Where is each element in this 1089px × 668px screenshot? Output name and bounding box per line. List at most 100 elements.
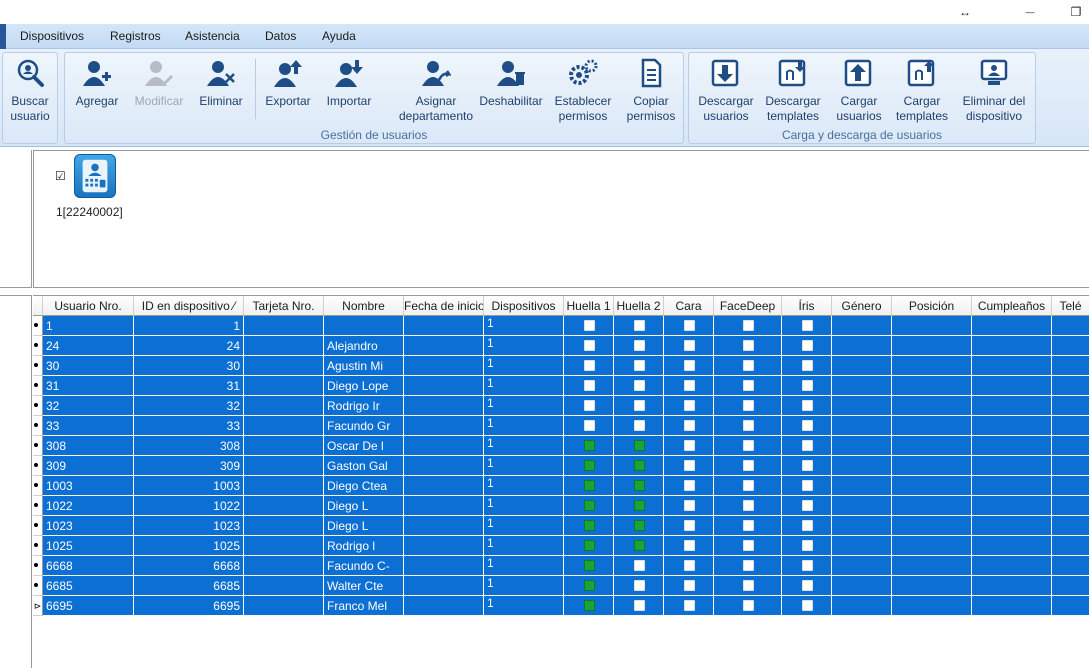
cell-empty[interactable] (832, 596, 892, 616)
cell-devices[interactable]: 1 (484, 416, 564, 436)
cell-name[interactable]: Diego Ctea (324, 476, 404, 496)
column-header[interactable]: Usuario Nro. (43, 296, 134, 316)
cell-check[interactable] (614, 576, 664, 596)
cell-name[interactable]: Facundo Gr (324, 416, 404, 436)
cell-start[interactable] (404, 456, 484, 476)
table-row[interactable]: 1025 1025 Rodrigo l 1 (33, 536, 1089, 556)
cell-user[interactable]: 1025 (43, 536, 134, 556)
cell-name[interactable]: Oscar De l (324, 436, 404, 456)
cell-card[interactable] (244, 336, 324, 356)
cell-empty[interactable] (1052, 436, 1089, 456)
table-row[interactable]: 32 32 Rodrigo Ir 1 (33, 396, 1089, 416)
cell-start[interactable] (404, 576, 484, 596)
cell-check[interactable] (614, 316, 664, 336)
minimize-button[interactable]: — (1020, 2, 1040, 22)
cell-name[interactable]: Gaston Gal (324, 456, 404, 476)
cell-name[interactable] (324, 316, 404, 336)
row-indicator[interactable] (33, 476, 43, 496)
cell-name[interactable]: Diego L (324, 516, 404, 536)
cell-devid[interactable]: 1023 (134, 516, 244, 536)
cell-check[interactable] (664, 556, 714, 576)
cell-check[interactable] (564, 396, 614, 416)
column-header[interactable]: Cumpleaños (972, 296, 1052, 316)
device-tile[interactable] (74, 154, 116, 198)
cell-check[interactable] (714, 516, 782, 536)
cell-devid[interactable]: 1003 (134, 476, 244, 496)
table-row[interactable]: 24 24 Alejandro 1 (33, 336, 1089, 356)
cell-check[interactable] (564, 576, 614, 596)
cell-check[interactable] (564, 456, 614, 476)
row-indicator[interactable] (33, 456, 43, 476)
cell-check[interactable] (614, 336, 664, 356)
cell-check[interactable] (614, 536, 664, 556)
cell-empty[interactable] (832, 416, 892, 436)
cell-empty[interactable] (892, 436, 972, 456)
device-checkbox[interactable]: ☑ (55, 170, 68, 183)
cell-user[interactable]: 308 (43, 436, 134, 456)
cell-check[interactable] (782, 456, 832, 476)
cell-check[interactable] (782, 476, 832, 496)
cell-name[interactable]: Alejandro (324, 336, 404, 356)
cell-devices[interactable]: 1 (484, 476, 564, 496)
row-indicator[interactable]: ⊳ (33, 596, 43, 616)
cell-empty[interactable] (1052, 476, 1089, 496)
cell-check[interactable] (614, 516, 664, 536)
cell-empty[interactable] (832, 456, 892, 476)
cell-empty[interactable] (892, 416, 972, 436)
cell-card[interactable] (244, 316, 324, 336)
cell-start[interactable] (404, 556, 484, 576)
cell-card[interactable] (244, 456, 324, 476)
cell-devices[interactable]: 1 (484, 516, 564, 536)
table-row[interactable]: 33 33 Facundo Gr 1 (33, 416, 1089, 436)
cell-check[interactable] (714, 356, 782, 376)
cell-empty[interactable] (892, 496, 972, 516)
cell-empty[interactable] (892, 556, 972, 576)
cell-check[interactable] (614, 396, 664, 416)
column-header[interactable]: Dispositivos (484, 296, 564, 316)
cell-devid[interactable]: 6685 (134, 576, 244, 596)
cell-check[interactable] (782, 596, 832, 616)
cell-check[interactable] (782, 556, 832, 576)
cell-name[interactable]: Facundo C- (324, 556, 404, 576)
cell-empty[interactable] (832, 516, 892, 536)
cell-card[interactable] (244, 576, 324, 596)
cell-empty[interactable] (972, 576, 1052, 596)
cell-devices[interactable]: 1 (484, 336, 564, 356)
cell-check[interactable] (782, 376, 832, 396)
cell-check[interactable] (714, 496, 782, 516)
cell-check[interactable] (664, 436, 714, 456)
cell-check[interactable] (564, 416, 614, 436)
cell-empty[interactable] (832, 556, 892, 576)
cell-devid[interactable]: 24 (134, 336, 244, 356)
cell-devices[interactable]: 1 (484, 356, 564, 376)
cell-empty[interactable] (1052, 536, 1089, 556)
cell-check[interactable] (782, 496, 832, 516)
row-indicator[interactable] (33, 416, 43, 436)
cell-check[interactable] (782, 316, 832, 336)
cell-check[interactable] (782, 356, 832, 376)
cell-name[interactable]: Agustin Mi (324, 356, 404, 376)
copy-permissions-button[interactable]: Copiar permisos (621, 58, 681, 124)
cell-devices[interactable]: 1 (484, 396, 564, 416)
cell-check[interactable] (782, 516, 832, 536)
cell-user[interactable]: 6668 (43, 556, 134, 576)
cell-check[interactable] (714, 316, 782, 336)
column-header[interactable]: Fecha de inicio (404, 296, 484, 316)
row-indicator[interactable] (33, 576, 43, 596)
cell-start[interactable] (404, 416, 484, 436)
cell-empty[interactable] (972, 336, 1052, 356)
cell-check[interactable] (614, 596, 664, 616)
cell-check[interactable] (564, 316, 614, 336)
cell-check[interactable] (564, 356, 614, 376)
cell-empty[interactable] (832, 476, 892, 496)
cell-empty[interactable] (972, 456, 1052, 476)
cell-check[interactable] (614, 416, 664, 436)
cell-empty[interactable] (832, 356, 892, 376)
cell-check[interactable] (714, 556, 782, 576)
upload-users-button[interactable]: Cargar usuarios (829, 58, 889, 124)
cell-name[interactable]: Rodrigo Ir (324, 396, 404, 416)
cell-devices[interactable]: 1 (484, 536, 564, 556)
cell-empty[interactable] (832, 496, 892, 516)
cell-start[interactable] (404, 336, 484, 356)
cell-card[interactable] (244, 496, 324, 516)
